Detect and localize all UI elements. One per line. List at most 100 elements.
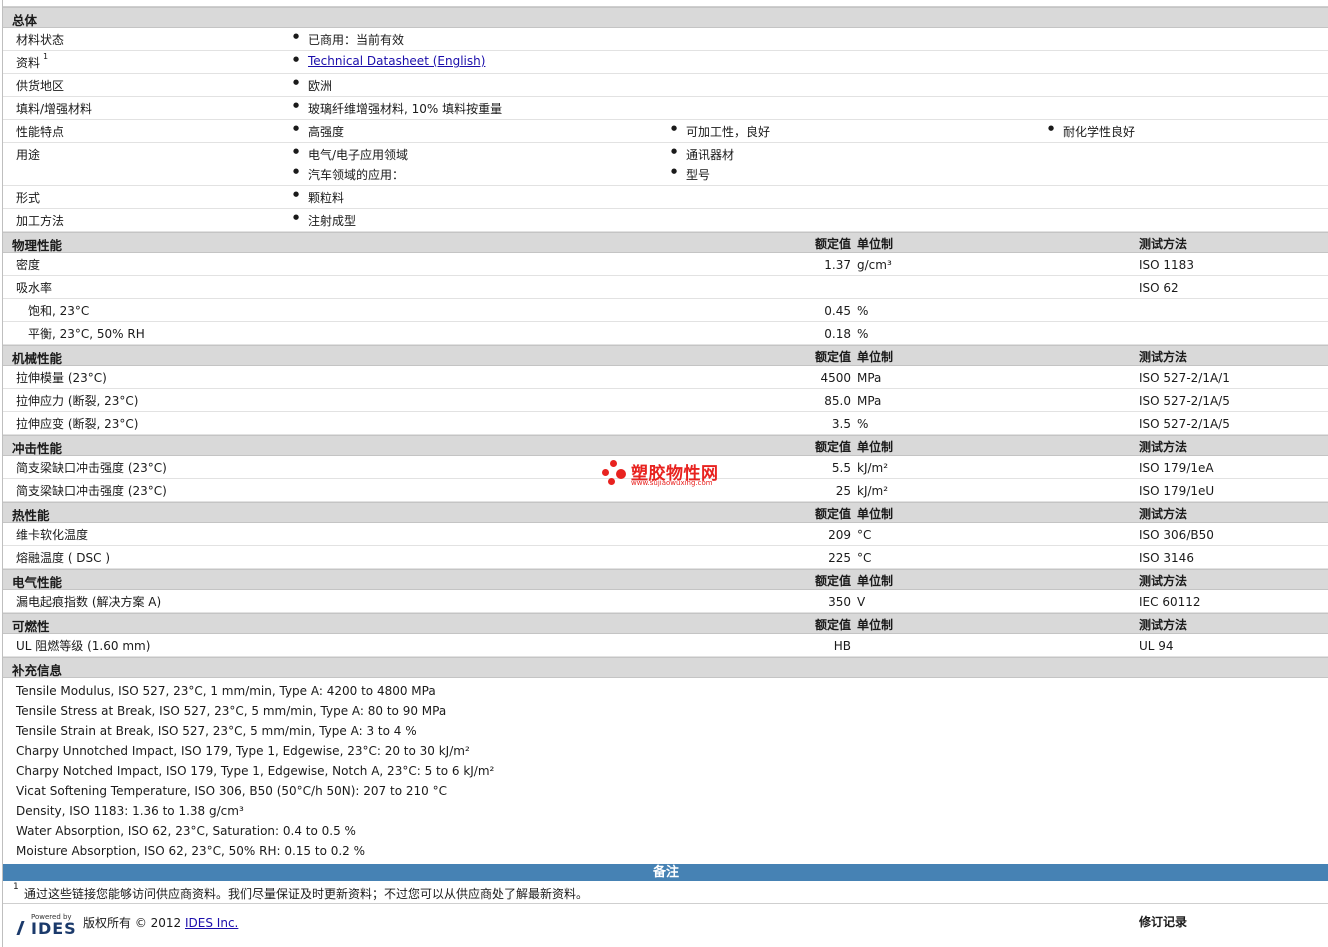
- unit-header: 单位制: [857, 350, 894, 364]
- test-method: ISO 3146: [1139, 551, 1194, 565]
- property-value: 4500: [820, 371, 851, 385]
- property-value: 85.0: [824, 394, 851, 408]
- page-footer: Powered by IDES 版权所有 © 2012 IDES Inc. 修订…: [3, 904, 1328, 938]
- footnote-text: 通过这些链接您能够访问供应商资料。我们尽量保证及时更新资料；不过您可以从供应商处…: [24, 887, 589, 901]
- list-item: Water Absorption, ISO 62, 23°C, Saturati…: [16, 824, 356, 838]
- table-row: 拉伸应变 (断裂, 23°C) 3.5 % ISO 527-2/1A/5: [3, 412, 1328, 435]
- top-border: [3, 0, 1328, 7]
- section-title: 热性能: [12, 508, 50, 523]
- unit-header: 单位制: [857, 618, 894, 632]
- table-row: 熔融温度 ( DSC ) 225 °C ISO 3146: [3, 546, 1328, 569]
- unit-header: 单位制: [857, 237, 894, 251]
- section-title: 电气性能: [12, 575, 63, 590]
- section-supplement-header: 补充信息: [3, 657, 1328, 678]
- company-link[interactable]: IDES Inc.: [185, 916, 238, 930]
- bullet-item: 耐化学性良好: [1048, 123, 1135, 140]
- property-value: 25: [835, 484, 851, 498]
- property-value: 3.5: [831, 417, 851, 431]
- bullet-item: 颗粒料: [293, 189, 344, 206]
- table-row: 拉伸应力 (断裂, 23°C) 85.0 MPa ISO 527-2/1A/5: [3, 389, 1328, 412]
- notes-header: 备注: [3, 864, 1328, 881]
- property-unit: MPa: [857, 394, 882, 408]
- property-value: 209: [828, 528, 851, 542]
- bullet-item: 通讯器材: [671, 146, 734, 163]
- list-item: Charpy Unnotched Impact, ISO 179, Type 1…: [16, 744, 470, 758]
- property-value: 5.5: [831, 461, 851, 475]
- table-row: 密度 1.37 g/cm³ ISO 1183: [3, 253, 1328, 276]
- footnote-marker: 1: [13, 882, 19, 892]
- row-label: 供货地区: [16, 79, 65, 93]
- test-method: ISO 62: [1139, 281, 1179, 295]
- test-method: ISO 179/1eU: [1139, 484, 1215, 498]
- unit-header: 单位制: [857, 440, 894, 454]
- property-label: 吸水率: [16, 281, 53, 295]
- test-method: ISO 527-2/1A/1: [1139, 371, 1230, 385]
- copyright: 版权所有 © 2012 IDES Inc.: [83, 916, 239, 930]
- property-label: 熔融温度 ( DSC ): [16, 551, 111, 565]
- row-label: 用途: [16, 148, 41, 162]
- row-material-status: 材料状态 已商用：当前有效: [3, 28, 1328, 51]
- revision-history-label: 修订记录: [1139, 915, 1188, 929]
- property-unit: MPa: [857, 371, 882, 385]
- section-thermal-header: 热性能 额定值 单位制 测试方法: [3, 502, 1328, 523]
- bullet-item: 型号: [671, 166, 710, 183]
- section-title: 总体: [12, 13, 38, 28]
- bullet-item: 玻璃纤维增强材料, 10% 填料按重量: [293, 100, 502, 117]
- method-header: 测试方法: [1139, 440, 1188, 454]
- value-header: 额定值: [814, 440, 851, 454]
- bullet-item: 可加工性，良好: [671, 123, 770, 140]
- supplement-list: Tensile Modulus, ISO 527, 23°C, 1 mm/min…: [3, 678, 1328, 861]
- test-method: ISO 1183: [1139, 258, 1194, 272]
- row-documents: 资料1 Technical Datasheet (English): [3, 51, 1328, 74]
- property-unit: kJ/m²: [857, 484, 889, 498]
- property-label: 饱和, 23°C: [28, 304, 90, 318]
- watermark-url: www.sujiaowuxing.com: [631, 479, 713, 487]
- section-title: 物理性能: [12, 238, 63, 253]
- property-label: UL 阻燃等级 (1.60 mm): [16, 639, 151, 653]
- watermark-dots-icon: [600, 460, 630, 488]
- table-row: 漏电起痕指数 (解决方案 A) 350 V IEC 60112: [3, 590, 1328, 613]
- section-mechanical-header: 机械性能 额定值 单位制 测试方法: [3, 345, 1328, 366]
- test-method: ISO 527-2/1A/5: [1139, 417, 1230, 431]
- property-value: 0.45: [824, 304, 851, 318]
- section-flammability-header: 可燃性 额定值 单位制 测试方法: [3, 613, 1328, 634]
- row-label: 材料状态: [16, 33, 65, 47]
- bullet-item: 已商用：当前有效: [293, 31, 404, 48]
- value-header: 额定值: [814, 237, 851, 251]
- section-title: 可燃性: [12, 619, 50, 634]
- property-unit: °C: [857, 528, 872, 542]
- section-impact-header: 冲击性能 额定值 单位制 测试方法: [3, 435, 1328, 456]
- value-header: 额定值: [814, 618, 851, 632]
- property-value: HB: [833, 639, 851, 653]
- list-item: Tensile Strain at Break, ISO 527, 23°C, …: [16, 724, 417, 738]
- property-value: 350: [828, 595, 851, 609]
- bullet-item: 高强度: [293, 123, 344, 140]
- test-method: ISO 179/1eA: [1139, 461, 1214, 475]
- section-title: 补充信息: [12, 663, 63, 678]
- property-unit: °C: [857, 551, 872, 565]
- property-label: 密度: [16, 258, 41, 272]
- row-uses: 用途 电气/电子应用领域 通讯器材 汽车领域的应用： 型号: [3, 143, 1328, 186]
- site-watermark: 塑胶物性网 www.sujiaowuxing.com: [600, 458, 740, 490]
- list-item: Tensile Stress at Break, ISO 527, 23°C, …: [16, 704, 447, 718]
- test-method: UL 94: [1139, 639, 1174, 653]
- technical-datasheet-link[interactable]: Technical Datasheet (English): [308, 54, 485, 68]
- property-label: 拉伸应变 (断裂, 23°C): [16, 417, 139, 431]
- test-method: ISO 527-2/1A/5: [1139, 394, 1230, 408]
- bullet-item: 汽车领域的应用：: [293, 166, 404, 183]
- property-unit: %: [857, 417, 869, 431]
- row-processing: 加工方法 注射成型: [3, 209, 1328, 232]
- property-label: 拉伸应力 (断裂, 23°C): [16, 394, 139, 408]
- table-row: 维卡软化温度 209 °C ISO 306/B50: [3, 523, 1328, 546]
- row-label: 资料 1: [16, 52, 49, 70]
- property-unit: V: [857, 595, 866, 609]
- bullet-item: 电气/电子应用领域: [293, 146, 408, 163]
- property-unit: %: [857, 327, 869, 341]
- value-header: 额定值: [814, 350, 851, 364]
- property-label: 简支梁缺口冲击强度 (23°C): [16, 484, 167, 498]
- row-filler: 填料/增强材料 玻璃纤维增强材料, 10% 填料按重量: [3, 97, 1328, 120]
- unit-header: 单位制: [857, 507, 894, 521]
- row-label: 性能特点: [16, 125, 65, 139]
- row-label: 填料/增强材料: [16, 102, 93, 116]
- list-item: Vicat Softening Temperature, ISO 306, B5…: [16, 784, 447, 798]
